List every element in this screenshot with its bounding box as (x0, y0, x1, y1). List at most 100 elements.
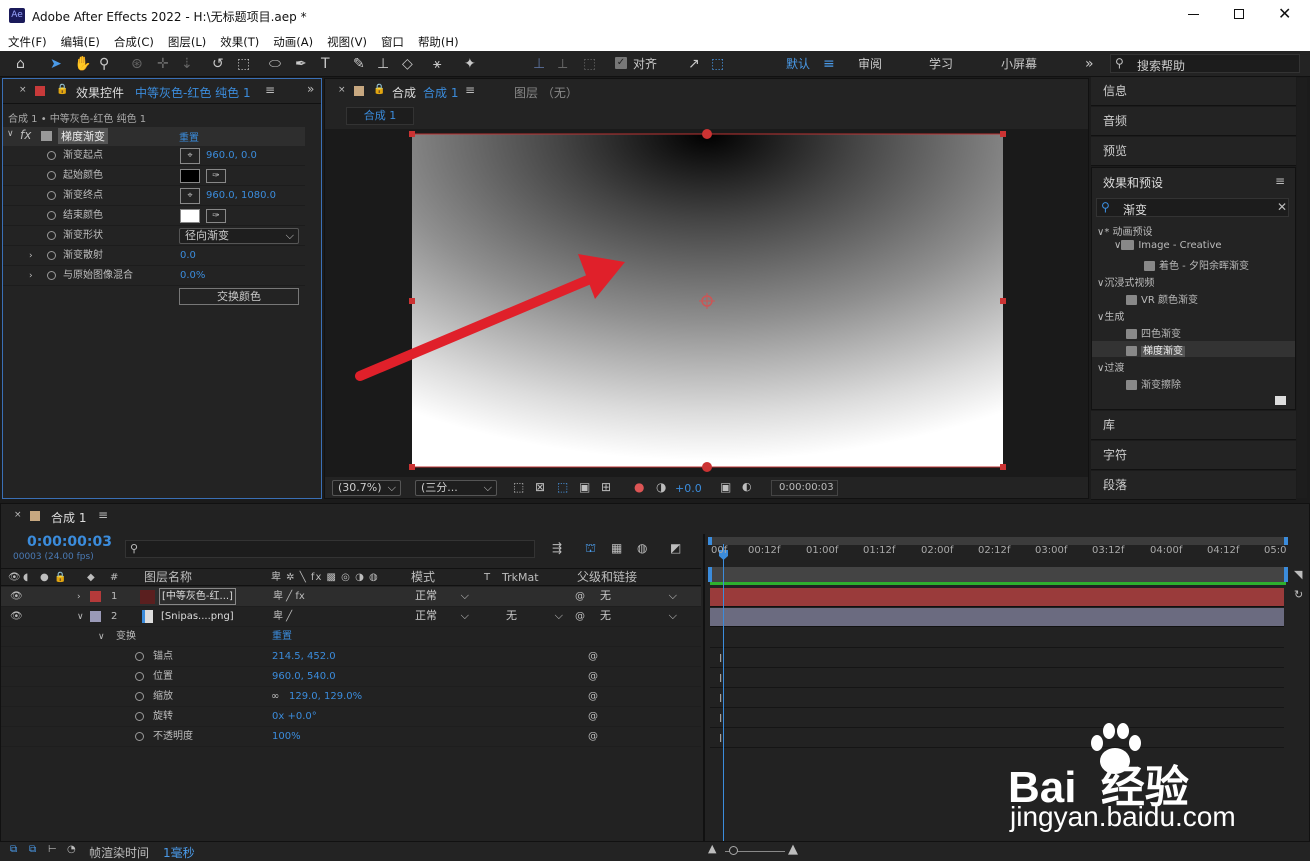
panel-menu-icon[interactable]: ≡ (98, 508, 108, 522)
effects-search-input[interactable]: ⚲ 渐变 ✕ (1096, 198, 1289, 217)
collapse-arrow-icon[interactable]: ∨ (77, 607, 84, 627)
comp-tab-label[interactable]: 合成 (392, 84, 416, 101)
menu-effect[interactable]: 效果(T) (212, 31, 265, 50)
axis-view-icon[interactable]: ⬚ (583, 55, 596, 73)
exposure-value[interactable]: +0.0 (675, 482, 702, 495)
modes-toggle-icon[interactable]: ⧉ (29, 844, 36, 855)
stopwatch-icon[interactable] (47, 191, 56, 200)
stopwatch-icon[interactable] (47, 231, 56, 240)
workspace-learn[interactable]: 学习 (929, 55, 953, 73)
show-snapshot-icon[interactable]: ◐ (742, 480, 752, 493)
pickwhip-icon[interactable]: @ (588, 667, 598, 687)
collapse-arrow-icon[interactable]: ∨ (7, 129, 14, 139)
paragraph-panel-tab[interactable]: 段落 (1091, 471, 1296, 500)
layer-row-2[interactable]: 👁 ∨ 2 [Snipas....png] 卑 ╱ 正常 ⌵ 无 ⌵ @ 无 ⌵ (1, 607, 701, 627)
fx-icon[interactable]: fx (20, 128, 31, 142)
crosshair-icon[interactable]: ⌖ (180, 148, 200, 164)
channels-icon[interactable]: ● (634, 480, 644, 494)
transform-prop-position[interactable]: 位置 960.0, 540.0 @ (1, 667, 701, 687)
expand-arrow-icon[interactable]: › (29, 246, 33, 266)
stopwatch-icon[interactable] (47, 171, 56, 180)
trkmat-select[interactable]: 无 ⌵ (501, 609, 567, 625)
layer-1-duration-bar[interactable] (710, 588, 1284, 607)
pan-tool-icon[interactable]: ✛ (157, 55, 169, 73)
tree-item-animation-presets[interactable]: ∨* 动画预设 (1097, 223, 1153, 238)
tree-item-gradient-ramp[interactable]: 梯度渐变 (1126, 342, 1185, 357)
home-icon[interactable]: ⌂ (16, 55, 25, 73)
menu-file[interactable]: 文件(F) (0, 31, 53, 50)
stopwatch-icon[interactable] (135, 692, 144, 701)
layer-label-color[interactable] (90, 611, 101, 622)
stopwatch-icon[interactable] (135, 672, 144, 681)
layer-name[interactable]: [Snipas....png] (161, 607, 234, 627)
parent-select[interactable]: 无 ⌵ (595, 589, 681, 605)
tree-item-immersive-video[interactable]: ∨沉浸式视频 (1097, 274, 1154, 289)
character-panel-tab[interactable]: 字符 (1091, 441, 1296, 470)
timeline-tab[interactable]: 合成 1 (51, 509, 86, 526)
pickwhip-icon[interactable]: @ (588, 707, 598, 727)
layer-tab[interactable]: 图层 （无） (514, 84, 578, 101)
stopwatch-icon[interactable] (47, 271, 56, 280)
tree-item-gradient-wipe[interactable]: 渐变擦除 (1126, 376, 1181, 391)
tree-item-four-color-gradient[interactable]: 四色渐变 (1126, 325, 1181, 340)
pickwhip-icon[interactable]: @ (588, 727, 598, 747)
snapshot-icon[interactable]: ▣ (720, 480, 731, 494)
rotate-tool-icon[interactable]: ↺ (212, 55, 224, 73)
shy-layers-icon[interactable]: ▦ (611, 541, 622, 555)
mode-header[interactable]: 模式 (411, 569, 435, 586)
library-panel-tab[interactable]: 库 (1091, 411, 1296, 440)
close-icon[interactable]: ✕ (1278, 4, 1291, 23)
close-tab-icon[interactable]: × (19, 85, 27, 95)
brush-tool-icon[interactable]: ✎ (353, 55, 365, 73)
preview-panel-tab[interactable]: 预览 (1091, 137, 1296, 166)
pickwhip-icon[interactable]: @ (588, 687, 598, 707)
prop-value[interactable]: 214.5, 452.0 (272, 647, 336, 667)
menu-help[interactable]: 帮助(H) (410, 31, 465, 50)
menu-edit[interactable]: 编辑(E) (53, 31, 106, 50)
end-color-swatch[interactable] (180, 209, 200, 223)
trkmat-header[interactable]: TrkMat (502, 569, 539, 586)
zoom-select[interactable]: (30.7%) ⌵ (332, 480, 401, 496)
eyedropper-icon[interactable]: ✑ (206, 209, 226, 223)
menu-layer[interactable]: 图层(L) (160, 31, 212, 50)
effect-controls-target[interactable]: 中等灰色-红色 纯色 1 (135, 84, 251, 101)
effect-name[interactable]: 梯度渐变 (58, 128, 108, 144)
stopwatch-icon[interactable] (47, 151, 56, 160)
ellipse-tool-icon[interactable]: ⬭ (269, 55, 281, 73)
comp-sub-tab[interactable]: 合成 1 (346, 107, 414, 125)
minimize-icon[interactable] (1188, 14, 1199, 15)
parent-header[interactable]: 父级和链接 (577, 569, 637, 586)
parent-select[interactable]: 无 ⌵ (595, 609, 681, 625)
region-of-interest-icon[interactable]: ▣ (579, 480, 590, 494)
timeline-divider[interactable] (703, 534, 705, 844)
playhead-line[interactable] (723, 544, 724, 844)
comp-viewer[interactable] (325, 129, 1088, 477)
keyframe-nav-icon[interactable]: ↻ (1294, 588, 1303, 601)
right-scrollbar[interactable] (1297, 78, 1307, 498)
workspace-review[interactable]: 审阅 (858, 55, 882, 73)
tree-item-image-creative[interactable]: ∨ Image - Creative (1114, 240, 1222, 251)
eye-icon[interactable]: 👁 (10, 607, 23, 627)
expand-arrow-icon[interactable]: › (29, 266, 33, 286)
zoom-in-icon[interactable]: ▲ (788, 842, 798, 857)
more-workspaces-icon[interactable]: » (1085, 55, 1094, 73)
maximize-icon[interactable] (1234, 9, 1244, 19)
puppet-tool-icon[interactable]: ✦ (464, 55, 476, 73)
collapse-arrow-icon[interactable]: ∨ (98, 627, 105, 647)
prop-value[interactable]: 960.0, 0.0 (206, 146, 257, 166)
close-tab-icon[interactable]: × (338, 85, 346, 95)
expand-panels-icon[interactable]: » (307, 82, 314, 96)
layer-label-color[interactable] (90, 591, 101, 602)
comp-marker-icon[interactable]: ◥ (1294, 568, 1302, 581)
stopwatch-icon[interactable] (135, 732, 144, 741)
menu-window[interactable]: 窗口 (373, 31, 410, 50)
prop-value[interactable]: 0.0% (180, 266, 205, 286)
swap-colors-button[interactable]: 交换颜色 (179, 288, 299, 305)
stopwatch-icon[interactable] (47, 211, 56, 220)
eraser-tool-icon[interactable]: ◇ (402, 55, 413, 73)
transform-group-row[interactable]: ∨ 变换 重置 (1, 627, 701, 647)
crosshair-icon[interactable]: ⌖ (180, 188, 200, 204)
text-tool-icon[interactable]: T (321, 55, 330, 73)
eyedropper-icon[interactable]: ✑ (206, 169, 226, 183)
close-tab-icon[interactable]: × (14, 510, 22, 520)
